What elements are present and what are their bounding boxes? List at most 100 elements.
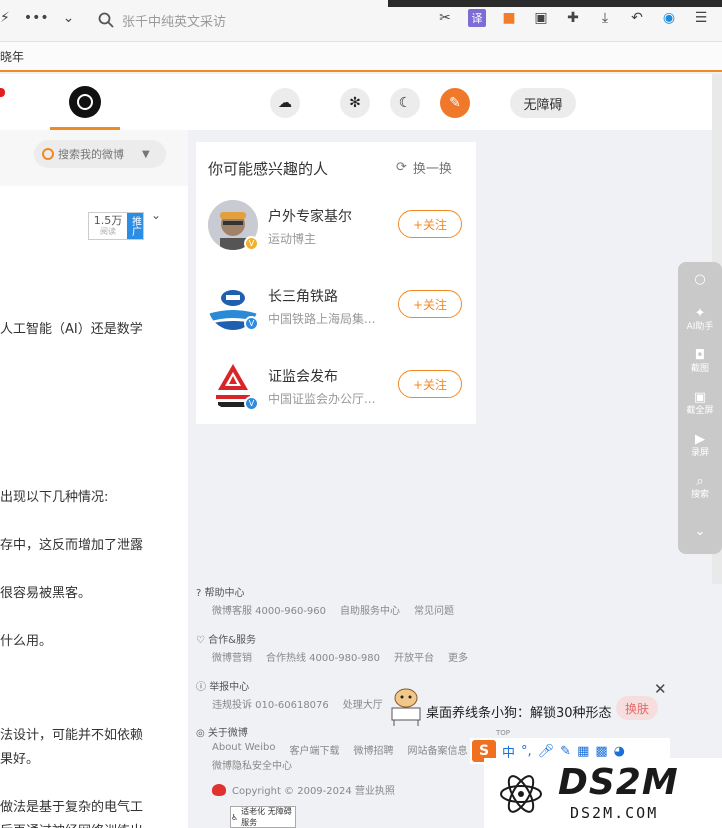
keyboard-icon[interactable]: ▦ xyxy=(577,744,589,759)
chevron-down-icon: ⌄ xyxy=(694,524,706,539)
dark-mode-icon[interactable]: ☾ xyxy=(390,88,420,118)
close-icon[interactable]: ✕ xyxy=(654,680,667,698)
punctuation-icon[interactable]: °, xyxy=(521,744,532,759)
download-icon[interactable]: ⤓ xyxy=(596,9,614,27)
recommend-user[interactable]: V 长三角铁路 中国铁路上海局集... +关注 xyxy=(208,280,470,336)
footer-link[interactable]: 微博客服 4000-960-960 xyxy=(212,602,326,617)
back-to-top[interactable]: TOP xyxy=(496,729,510,737)
caret-down-icon[interactable]: ▼ xyxy=(142,149,150,160)
verified-icon: V xyxy=(244,316,259,331)
address-bar[interactable]: 张千中纯英文采访 xyxy=(90,6,410,34)
follow-button[interactable]: +关注 xyxy=(398,290,462,318)
user-name[interactable]: 户外专家基尔 xyxy=(268,206,352,226)
recommend-title: 你可能感兴趣的人 xyxy=(208,160,329,178)
search-icon xyxy=(98,12,114,28)
verified-icon: V xyxy=(244,236,259,251)
microphone-icon[interactable]: 🎤︎ xyxy=(538,744,555,759)
footer-link[interactable]: 开放平台 xyxy=(394,649,434,664)
footer-link[interactable]: 微博营销 xyxy=(212,649,252,664)
undo-icon[interactable]: ↶ xyxy=(628,9,646,27)
info-icon: ◎ xyxy=(196,728,205,739)
fullscreen-icon: ▣ xyxy=(693,390,707,405)
collapse-button[interactable]: ⌄ xyxy=(678,524,722,540)
window-icon[interactable]: ▣ xyxy=(532,9,550,27)
home-logo-icon[interactable] xyxy=(69,86,101,118)
promo-text[interactable]: 桌面养线条小狗：解锁30种形态 xyxy=(426,702,636,721)
recommend-user[interactable]: V 证监会发布 中国证监会办公厅... +关注 xyxy=(208,360,470,416)
more-dots-icon[interactable]: ••• xyxy=(24,10,49,26)
article-line: 什么用。 xyxy=(0,634,53,649)
footer-link[interactable]: 违规投诉 010-60618076 xyxy=(212,696,329,711)
search-tool-button[interactable]: ⌕ 搜索 xyxy=(678,474,722,501)
aging-service-badge[interactable]: ♿ 适老化 无障碍服务 xyxy=(230,806,296,828)
refresh-button[interactable]: ⟳ 换一换 xyxy=(396,158,452,177)
menu-icon[interactable]: ☰ xyxy=(692,9,710,27)
footer-about-title: 关于微博 xyxy=(207,728,248,739)
footer-link[interactable]: 网站备案信息 xyxy=(407,742,467,757)
tool-top[interactable]: ○ xyxy=(678,272,722,288)
left-column: ▼ 1.5万 阅读 推广 ⌄ 人工智能（AI）还是数学 出现以下几种情况: 存中… xyxy=(0,130,188,828)
toolbar-left-controls: ⚡ ••• ⌄ xyxy=(0,10,74,26)
skin-icon[interactable]: ◕ xyxy=(614,744,625,759)
settings-icon[interactable]: ✻ xyxy=(340,88,370,118)
copyright: Copyright © 2009-2024 营业执照 xyxy=(212,782,395,797)
cloud-game-icon[interactable]: ☁ xyxy=(270,88,300,118)
copyright-text[interactable]: Copyright © 2009-2024 营业执照 xyxy=(232,782,395,797)
footer-link[interactable]: 处理大厅 xyxy=(343,696,383,711)
footer-help-title: 帮助中心 xyxy=(204,588,245,599)
notification-dot xyxy=(0,88,5,97)
promo-popup: 桌面养线条小狗：解锁30种形态 换肤 ✕ xyxy=(388,680,688,740)
user-name[interactable]: 长三角铁路 xyxy=(268,286,338,306)
wheelchair-icon: ♿ xyxy=(231,812,239,822)
profile-search[interactable]: ▼ xyxy=(34,140,166,168)
post-menu-chevron-icon[interactable]: ⌄ xyxy=(151,208,161,222)
sync-icon[interactable]: ◉ xyxy=(660,9,678,27)
footer-link[interactable]: 合作热线 4000-980-980 xyxy=(266,649,380,664)
flash-icon[interactable]: ⚡ xyxy=(0,10,10,26)
fullscreen-shot-button[interactable]: ▣ 截全屏 xyxy=(678,390,722,417)
footer-coop: ♡ 合作&服务 xyxy=(196,631,256,646)
aging-badge-text: 适老化 无障碍服务 xyxy=(241,807,292,827)
screenshot-button[interactable]: ◘ 截图 xyxy=(678,348,722,375)
footer-link[interactable]: 微博隐私安全中心 xyxy=(212,757,292,772)
pen-icon[interactable]: ✎ xyxy=(560,744,571,759)
compose-icon[interactable]: ✎ xyxy=(440,88,470,118)
browser-toolbar: ⚡ ••• ⌄ 张千中纯英文采访 ✂ 译 ■ ▣ ✚ ⤓ ↶ ◉ ☰ xyxy=(0,0,722,42)
footer-link[interactable]: 微博招聘 xyxy=(353,742,393,757)
record-button[interactable]: ▶ 录屏 xyxy=(678,432,722,459)
chevron-down-icon[interactable]: ⌄ xyxy=(63,10,75,26)
footer-coop-links: 微博营销 合作热线 4000-980-980 开放平台 更多 xyxy=(212,649,468,664)
extension-icons: ✂ 译 ■ ▣ ✚ ⤓ ↶ ◉ ☰ xyxy=(436,9,710,27)
refresh-label: 换一换 xyxy=(412,162,452,177)
article-line: 出现以下几种情况: xyxy=(0,490,109,505)
site-watermark: DS2M DS2M.COM xyxy=(484,758,722,828)
fullscreen-shot-label: 截全屏 xyxy=(686,406,714,416)
footer-link[interactable]: About Weibo xyxy=(212,742,275,757)
footer-link[interactable]: 常见问题 xyxy=(414,602,454,617)
switch-skin-button[interactable]: 换肤 xyxy=(616,696,658,720)
video-icon: ▶ xyxy=(695,432,705,447)
dog-mascot-icon xyxy=(391,688,421,726)
watermark-domain: DS2M.COM xyxy=(570,804,659,822)
footer-link[interactable]: 更多 xyxy=(448,649,468,664)
footer-link[interactable]: 客户端下载 xyxy=(289,742,339,757)
promote-button[interactable]: 推广 xyxy=(127,213,143,239)
footer-privacy: 微博隐私安全中心 xyxy=(212,757,292,772)
translate-icon[interactable]: 译 xyxy=(468,9,486,27)
follow-button[interactable]: +关注 xyxy=(398,370,462,398)
scissors-icon[interactable]: ✂ xyxy=(436,9,454,27)
grid-icon[interactable]: ▩ xyxy=(595,744,607,759)
follow-button[interactable]: +关注 xyxy=(398,210,462,238)
accessibility-button[interactable]: 无障碍 xyxy=(510,88,576,118)
article-line: 法设计，可能并不如依赖 xyxy=(0,728,144,743)
recommend-user[interactable]: V 户外专家基尔 运动博主 +关注 xyxy=(208,200,470,256)
gamepad-icon[interactable]: ■ xyxy=(500,9,518,27)
search-input[interactable] xyxy=(58,147,138,161)
profile-search-area: ▼ xyxy=(0,130,188,186)
footer-link[interactable]: 自助服务中心 xyxy=(340,602,400,617)
puzzle-icon[interactable]: ✚ xyxy=(564,9,582,27)
bookmark-item[interactable]: 晓年 xyxy=(0,48,24,65)
user-name[interactable]: 证监会发布 xyxy=(268,366,338,386)
camera-icon: ◘ xyxy=(694,348,706,363)
ai-assistant-button[interactable]: ✦ AI助手 xyxy=(678,306,722,333)
